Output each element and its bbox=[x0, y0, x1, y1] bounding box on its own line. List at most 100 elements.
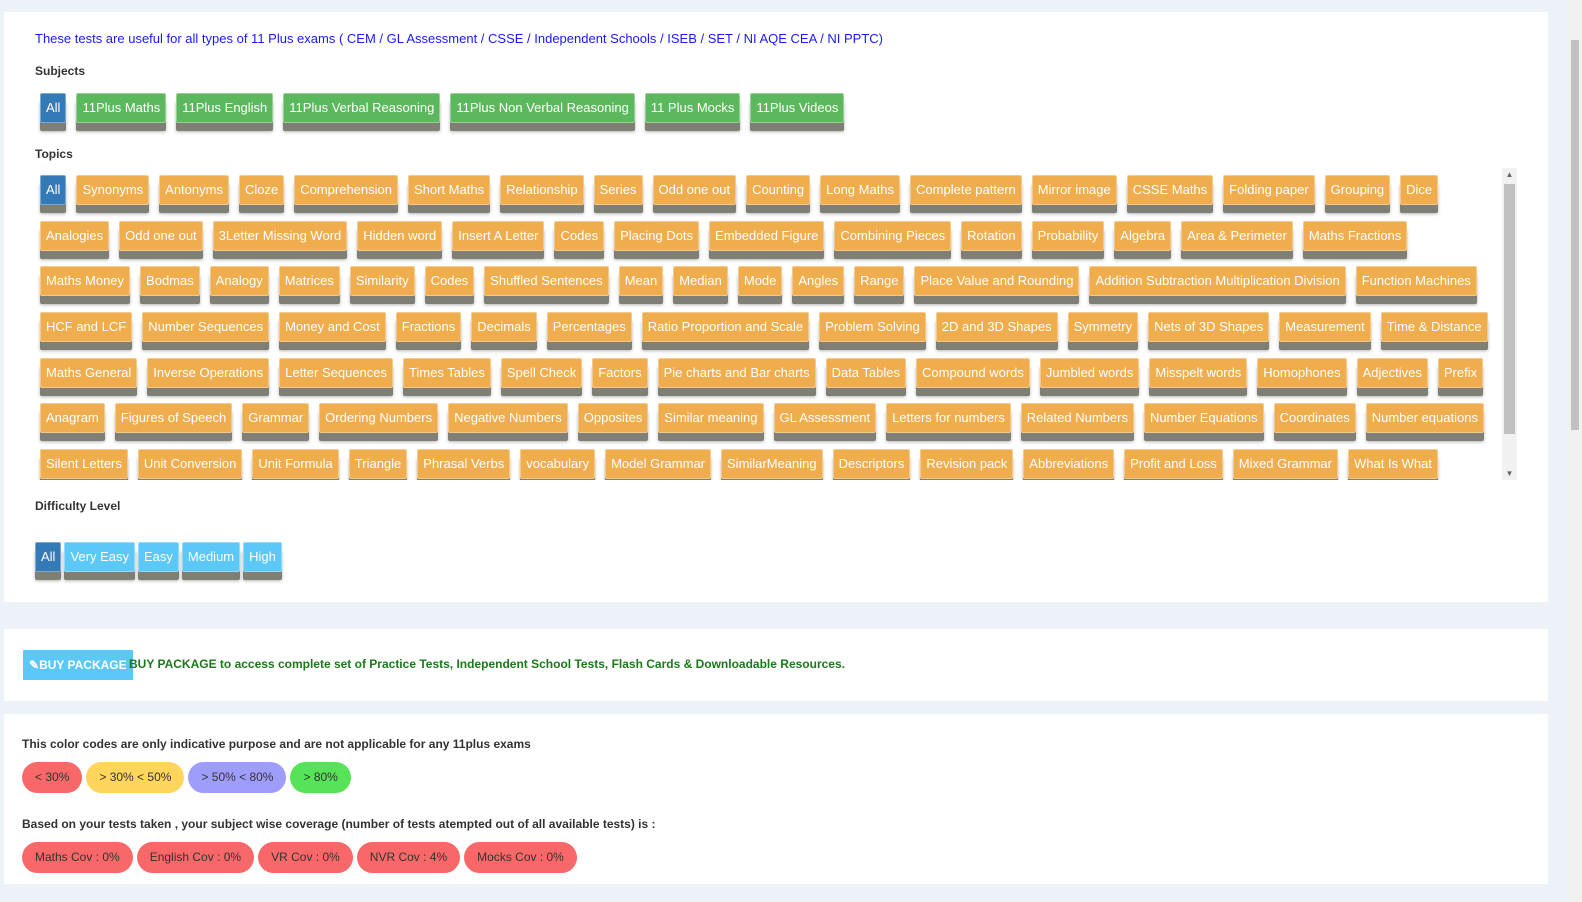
subject-button-11plus-english[interactable]: 11Plus English bbox=[176, 93, 274, 123]
topic-button-shuffled-sentences[interactable]: Shuffled Sentences bbox=[484, 266, 609, 297]
topic-button-number-equations[interactable]: Number Equations bbox=[1143, 403, 1264, 434]
topic-button-number-sequences[interactable]: Number Sequences bbox=[142, 312, 270, 343]
topic-button-all[interactable]: All bbox=[40, 175, 67, 205]
topic-button-gl-assessment[interactable]: GL Assessment bbox=[773, 403, 877, 434]
topic-button-abbreviations[interactable]: Abbreviations bbox=[1023, 449, 1115, 480]
subject-button-11plus-maths[interactable]: 11Plus Maths bbox=[76, 93, 167, 123]
topic-button-rotation[interactable]: Rotation bbox=[961, 220, 1022, 251]
topic-button-maths-money[interactable]: Maths Money bbox=[40, 266, 131, 297]
topic-button-coordinates[interactable]: Coordinates bbox=[1273, 403, 1356, 434]
topic-button-unit-formula[interactable]: Unit Formula bbox=[252, 449, 339, 480]
topic-button-homophones[interactable]: Homophones bbox=[1257, 357, 1347, 388]
topic-button-number-equations[interactable]: Number equations bbox=[1365, 403, 1484, 434]
topic-button-counting[interactable]: Counting bbox=[746, 175, 811, 205]
topic-button-range[interactable]: Range bbox=[854, 266, 905, 297]
subject-button-11plus-verbal-reasoning[interactable]: 11Plus Verbal Reasoning bbox=[283, 93, 441, 123]
topic-button-cloze[interactable]: Cloze bbox=[238, 175, 285, 205]
topic-button-place-value-and-rounding[interactable]: Place Value and Rounding bbox=[914, 266, 1080, 297]
topic-button-ordering-numbers[interactable]: Ordering Numbers bbox=[319, 403, 439, 434]
topic-button-ratio-proportion-and-scale[interactable]: Ratio Proportion and Scale bbox=[641, 312, 810, 343]
topic-button-misspelt-words[interactable]: Misspelt words bbox=[1149, 357, 1248, 388]
topic-button-symmetry[interactable]: Symmetry bbox=[1067, 312, 1139, 343]
topic-button-nets-of-3d-shapes[interactable]: Nets of 3D Shapes bbox=[1148, 312, 1270, 343]
topic-button-odd-one-out[interactable]: Odd one out bbox=[652, 175, 737, 205]
scroll-down-icon[interactable]: ▼ bbox=[1502, 469, 1517, 478]
topic-button-measurement[interactable]: Measurement bbox=[1279, 312, 1371, 343]
page-scrollbar-thumb[interactable] bbox=[1571, 40, 1579, 430]
topic-button-similarmeaning[interactable]: SimilarMeaning bbox=[721, 449, 823, 480]
topic-button-negative-numbers[interactable]: Negative Numbers bbox=[448, 403, 568, 434]
topic-button-csse-maths[interactable]: CSSE Maths bbox=[1126, 175, 1214, 205]
difficulty-button-all[interactable]: All bbox=[35, 542, 62, 572]
topic-button-hidden-word[interactable]: Hidden word bbox=[357, 220, 443, 251]
topic-button-silent-letters[interactable]: Silent Letters bbox=[40, 449, 128, 480]
topic-button-letter-sequences[interactable]: Letter Sequences bbox=[279, 357, 394, 388]
topic-button-data-tables[interactable]: Data Tables bbox=[825, 357, 906, 388]
topic-button-insert-a-letter[interactable]: Insert A Letter bbox=[452, 220, 545, 251]
topic-button-model-grammar[interactable]: Model Grammar bbox=[605, 449, 712, 480]
topic-button-what-is-what[interactable]: What Is What bbox=[1347, 449, 1439, 480]
topic-button-figures-of-speech[interactable]: Figures of Speech bbox=[114, 403, 233, 434]
topic-button-prefix[interactable]: Prefix bbox=[1437, 357, 1484, 388]
topic-button-similarity[interactable]: Similarity bbox=[349, 266, 415, 297]
topic-button-money-and-cost[interactable]: Money and Cost bbox=[279, 312, 386, 343]
topics-scrollbar[interactable]: ▲ ▼ bbox=[1502, 168, 1517, 480]
topic-button-triangle[interactable]: Triangle bbox=[348, 449, 408, 480]
topic-button-2d-and-3d-shapes[interactable]: 2D and 3D Shapes bbox=[935, 312, 1058, 343]
topic-button-3letter-missing-word[interactable]: 3Letter Missing Word bbox=[212, 220, 348, 251]
topic-button-area-perimeter[interactable]: Area & Perimeter bbox=[1181, 220, 1293, 251]
scrollbar-thumb[interactable] bbox=[1504, 184, 1515, 434]
topic-button-decimals[interactable]: Decimals bbox=[471, 312, 537, 343]
topic-button-vocabulary[interactable]: vocabulary bbox=[520, 449, 596, 480]
topic-button-related-numbers[interactable]: Related Numbers bbox=[1020, 403, 1134, 434]
topic-button-codes[interactable]: Codes bbox=[424, 266, 475, 297]
topic-button-problem-solving[interactable]: Problem Solving bbox=[819, 312, 926, 343]
topic-button-synonyms[interactable]: Synonyms bbox=[76, 175, 150, 205]
topic-button-median[interactable]: Median bbox=[673, 266, 728, 297]
topic-button-jumbled-words[interactable]: Jumbled words bbox=[1039, 357, 1140, 388]
topic-button-phrasal-verbs[interactable]: Phrasal Verbs bbox=[417, 449, 511, 480]
topic-button-anagram[interactable]: Anagram bbox=[40, 403, 105, 434]
topic-button-function-machines[interactable]: Function Machines bbox=[1355, 266, 1477, 297]
topic-button-grouping[interactable]: Grouping bbox=[1324, 175, 1391, 205]
topic-button-long-maths[interactable]: Long Maths bbox=[820, 175, 901, 205]
subject-button-11plus-videos[interactable]: 11Plus Videos bbox=[750, 93, 845, 123]
topic-button-folding-paper[interactable]: Folding paper bbox=[1223, 175, 1315, 205]
topic-button-bodmas[interactable]: Bodmas bbox=[140, 266, 200, 297]
topic-button-percentages[interactable]: Percentages bbox=[546, 312, 632, 343]
subject-button-11plus-non-verbal-reasoning[interactable]: 11Plus Non Verbal Reasoning bbox=[450, 93, 635, 123]
topic-button-relationship[interactable]: Relationship bbox=[500, 175, 584, 205]
topic-button-algebra[interactable]: Algebra bbox=[1114, 220, 1172, 251]
topic-button-matrices[interactable]: Matrices bbox=[278, 266, 340, 297]
scroll-up-icon[interactable]: ▲ bbox=[1502, 170, 1517, 179]
topics-scroll-area[interactable]: All Synonyms Antonyms Cloze Comprehension Sho… bbox=[35, 168, 1517, 480]
topic-button-placing-dots[interactable]: Placing Dots bbox=[614, 220, 700, 251]
topic-button-series[interactable]: Series bbox=[593, 175, 643, 205]
topic-button-mirror-image[interactable]: Mirror image bbox=[1031, 175, 1117, 205]
topic-button-embedded-figure[interactable]: Embedded Figure bbox=[709, 220, 825, 251]
topic-button-maths-general[interactable]: Maths General bbox=[40, 357, 138, 388]
topic-button-comprehension[interactable]: Comprehension bbox=[294, 175, 398, 205]
difficulty-button-very-easy[interactable]: Very Easy bbox=[64, 542, 135, 572]
buy-package-button[interactable]: ✎BUY PACKAGE bbox=[23, 650, 133, 680]
subject-button-all[interactable]: All bbox=[40, 93, 67, 123]
topic-button-fractions[interactable]: Fractions bbox=[395, 312, 462, 343]
topic-button-compound-words[interactable]: Compound words bbox=[916, 357, 1030, 388]
topic-button-similar-meaning[interactable]: Similar meaning bbox=[658, 403, 764, 434]
topic-button-profit-and-loss[interactable]: Profit and Loss bbox=[1124, 449, 1223, 480]
topic-button-unit-conversion[interactable]: Unit Conversion bbox=[137, 449, 243, 480]
topic-button-revision-pack[interactable]: Revision pack bbox=[920, 449, 1014, 480]
topic-button-odd-one-out[interactable]: Odd one out bbox=[119, 220, 203, 251]
topic-button-inverse-operations[interactable]: Inverse Operations bbox=[147, 357, 270, 388]
topic-button-mixed-grammar[interactable]: Mixed Grammar bbox=[1232, 449, 1338, 480]
topic-button-short-maths[interactable]: Short Maths bbox=[408, 175, 491, 205]
difficulty-button-medium[interactable]: Medium bbox=[181, 542, 241, 572]
topic-button-codes[interactable]: Codes bbox=[554, 220, 605, 251]
topic-button-analogies[interactable]: Analogies bbox=[40, 220, 110, 251]
topic-button-angles[interactable]: Angles bbox=[792, 266, 845, 297]
topic-button-addition-subtraction-multiplication-division[interactable]: Addition Subtraction Multiplication Divi… bbox=[1089, 266, 1346, 297]
topic-button-descriptors[interactable]: Descriptors bbox=[832, 449, 911, 480]
topic-button-antonyms[interactable]: Antonyms bbox=[159, 175, 229, 205]
topic-button-maths-fractions[interactable]: Maths Fractions bbox=[1302, 220, 1408, 251]
subject-button-11-plus-mocks[interactable]: 11 Plus Mocks bbox=[644, 93, 741, 123]
